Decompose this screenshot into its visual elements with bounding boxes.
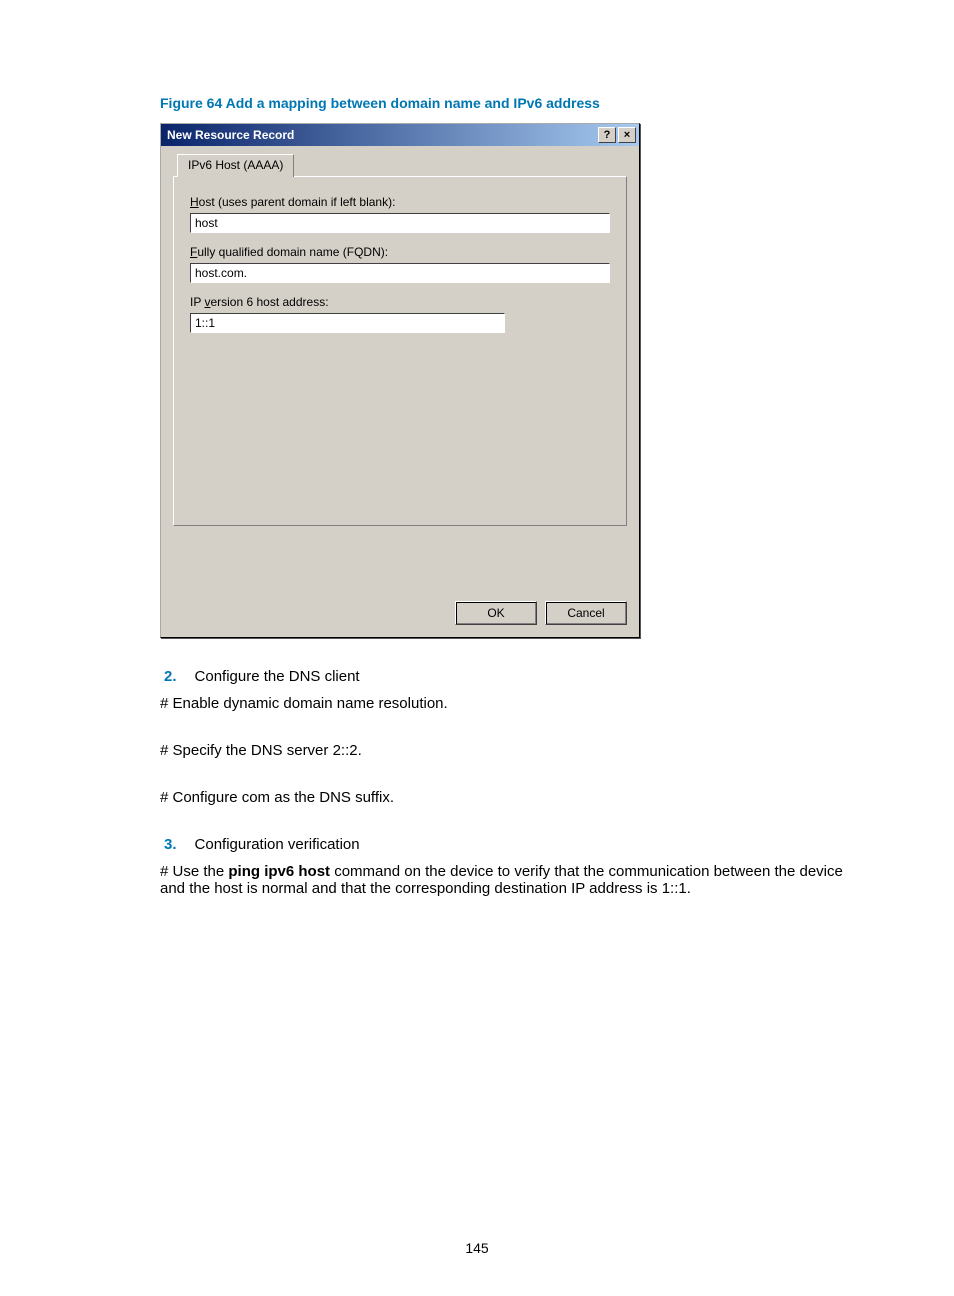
instruction-ping-verify: # Use the ping ipv6 host command on the …	[160, 863, 854, 897]
page-number: 145	[0, 1240, 954, 1256]
step-3-number: 3.	[164, 836, 177, 853]
fqdn-input[interactable]	[190, 263, 610, 283]
step-2: 2. Configure the DNS client	[160, 668, 854, 685]
step-3-text: Configuration verification	[195, 836, 360, 853]
dialog-titlebar: New Resource Record ? ×	[161, 124, 639, 146]
step-3: 3. Configuration verification	[160, 836, 854, 853]
ipv6-label: IP version 6 host address:	[190, 295, 610, 309]
dialog-window: New Resource Record ? × IPv6 Host (AAAA)…	[160, 123, 640, 638]
host-label: Host (uses parent domain if left blank):	[190, 195, 610, 209]
step-2-number: 2.	[164, 668, 177, 685]
close-icon[interactable]: ×	[618, 127, 636, 143]
dialog-title: New Resource Record	[167, 128, 294, 142]
help-icon[interactable]: ?	[598, 127, 616, 143]
ipv6-address-input[interactable]	[190, 313, 505, 333]
step-2-text: Configure the DNS client	[195, 668, 360, 685]
instruction-dns-suffix: # Configure com as the DNS suffix.	[160, 789, 854, 806]
cancel-button[interactable]: Cancel	[545, 601, 627, 625]
figure-caption: Figure 64 Add a mapping between domain n…	[160, 95, 854, 111]
host-input[interactable]	[190, 213, 610, 233]
ok-button[interactable]: OK	[455, 601, 537, 625]
fqdn-label: Fully qualified domain name (FQDN):	[190, 245, 610, 259]
instruction-enable-dns: # Enable dynamic domain name resolution.	[160, 695, 854, 712]
instruction-specify-server: # Specify the DNS server 2::2.	[160, 742, 854, 759]
tab-ipv6-host[interactable]: IPv6 Host (AAAA)	[177, 154, 294, 177]
tab-panel: Host (uses parent domain if left blank):…	[173, 176, 627, 526]
